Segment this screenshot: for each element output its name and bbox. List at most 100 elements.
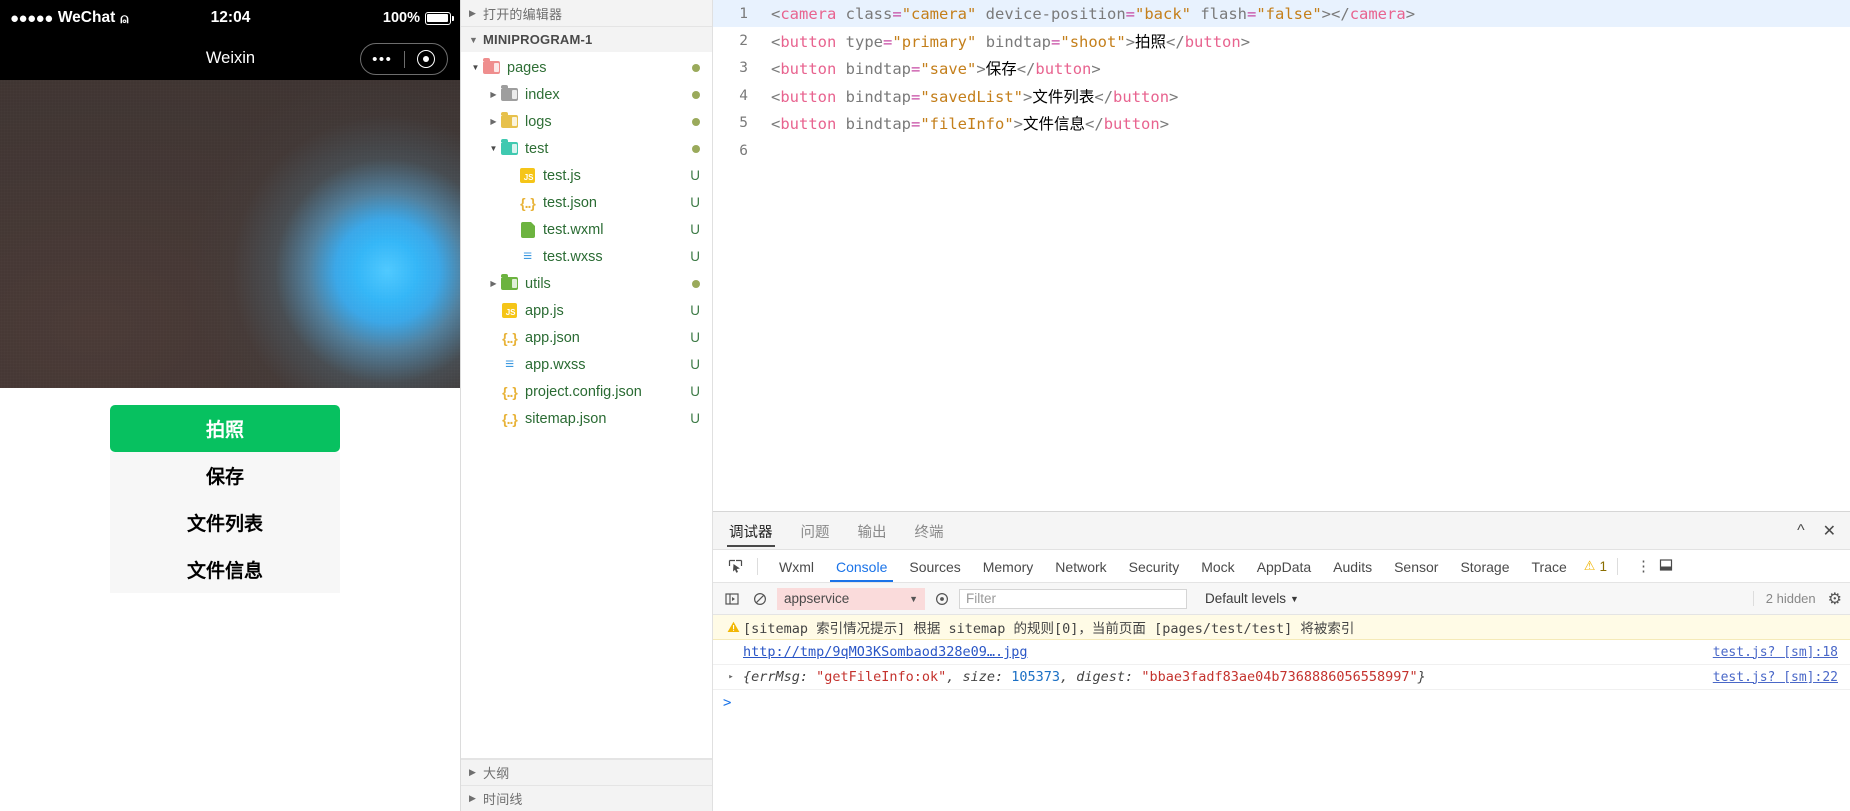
panel-tab-terminal[interactable]: 终端	[913, 514, 946, 547]
panel-tab-debugger[interactable]: 调试器	[727, 514, 775, 547]
console-filter-input[interactable]: Filter	[959, 588, 1187, 609]
editor-and-devtools-column: 1 <camera class="camera" device-position=…	[713, 0, 1850, 811]
tree-item[interactable]: JS app.js U	[461, 297, 712, 324]
tree-item-label: project.config.json	[525, 383, 642, 400]
console-hidden-count: 2 hidden	[1752, 591, 1822, 606]
file-status-badge: U	[690, 411, 700, 426]
object-property-token: "bbae3fadf83ae04b7368886056558997"	[1141, 669, 1418, 685]
tree-item-label: test.wxss	[543, 248, 603, 265]
folder-status-dot	[692, 90, 700, 99]
project-section-header[interactable]: ▼ MINIPROGRAM-1	[461, 26, 712, 52]
carrier-label: WeChat	[57, 9, 116, 26]
console-link-row[interactable]: http://tmp/9qMO3KSombaod328e09….jpg test…	[713, 640, 1850, 665]
settings-gear-icon[interactable]: ⚙	[1828, 589, 1850, 609]
json-file-icon: {..}	[502, 410, 518, 427]
console-source-link[interactable]: test.js? [sm]:22	[1703, 670, 1838, 685]
shoot-button[interactable]: 拍照	[110, 405, 340, 452]
chevron-right-icon[interactable]: ▶	[487, 279, 500, 288]
tree-item[interactable]: ≡ app.wxss U	[461, 351, 712, 378]
file-info-button[interactable]: 文件信息	[110, 546, 340, 593]
dock-panel-icon[interactable]	[1659, 558, 1681, 575]
temp-file-url[interactable]: http://tmp/9qMO3KSombaod328e09….jpg	[743, 644, 1027, 660]
devtools-tab-network[interactable]: Network	[1044, 552, 1117, 581]
tree-item[interactable]: ▼ pages	[461, 54, 712, 81]
console-warning-row[interactable]: [sitemap 索引情况提示] 根据 sitemap 的规则[0]，当前页面 …	[713, 615, 1850, 640]
code-line[interactable]: 6	[713, 137, 1850, 164]
panel-tab-output[interactable]: 输出	[856, 514, 889, 547]
console-source-link[interactable]: test.js? [sm]:18	[1703, 645, 1838, 660]
code-line[interactable]: 5 <button bindtap="fileInfo">文件信息</button…	[713, 110, 1850, 137]
devtools-tab-sensor[interactable]: Sensor	[1383, 552, 1449, 581]
chevron-right-icon[interactable]: ▶	[487, 90, 500, 99]
warning-count-value: 1	[1599, 558, 1607, 574]
devtools-tab-storage[interactable]: Storage	[1449, 552, 1520, 581]
target-circle-icon[interactable]	[405, 50, 448, 68]
chevron-right-icon[interactable]: ▶	[487, 117, 500, 126]
devtools-tab-security[interactable]: Security	[1118, 552, 1191, 581]
object-properties: errMsg: "getFileInfo:ok", size: 105373, …	[751, 669, 1418, 685]
tree-item[interactable]: test.wxml U	[461, 216, 712, 243]
clear-console-icon[interactable]	[749, 589, 771, 609]
panel-tab-problems[interactable]: 问题	[799, 514, 832, 547]
devtools-tab-trace[interactable]: Trace	[1521, 552, 1578, 581]
tree-item[interactable]: ≡ test.wxss U	[461, 243, 712, 270]
console-levels-select[interactable]: Default levels ▼	[1205, 591, 1299, 606]
nav-title: Weixin	[205, 48, 256, 67]
file-status-badge: U	[690, 357, 700, 372]
console-sidebar-icon[interactable]	[721, 589, 743, 609]
more-dots-icon[interactable]: •••	[361, 52, 404, 67]
tree-item[interactable]: JS test.js U	[461, 162, 712, 189]
devtools-warning-count[interactable]: ⚠ 1	[1584, 558, 1607, 574]
capsule-button[interactable]: •••	[360, 43, 448, 75]
chevron-down-icon[interactable]: ▼	[487, 144, 500, 153]
devtools-tab-memory[interactable]: Memory	[972, 552, 1045, 581]
folder-status-dot	[692, 279, 700, 288]
tree-item[interactable]: {..} sitemap.json U	[461, 405, 712, 432]
disclosure-triangle-icon[interactable]: ▸	[723, 672, 743, 682]
outline-section[interactable]: ▶ 大纲	[461, 759, 712, 785]
devtools-panel-controls: ^ ✕	[1797, 521, 1850, 541]
devtools-tab-audits[interactable]: Audits	[1322, 552, 1383, 581]
folder-status-dot	[692, 144, 700, 153]
devtools-tab-console[interactable]: Console	[825, 552, 898, 582]
tree-item-label: test.js	[543, 167, 581, 184]
chevron-down-icon[interactable]: ▼	[469, 63, 482, 72]
console-object-row[interactable]: ▸ {errMsg: "getFileInfo:ok", size: 10537…	[713, 665, 1850, 690]
close-icon[interactable]: ✕	[1823, 521, 1836, 541]
console-context-select[interactable]: appservice ▼	[777, 587, 925, 610]
code-line[interactable]: 3 <button bindtap="save">保存</button>	[713, 55, 1850, 82]
file-list-button[interactable]: 文件列表	[110, 499, 340, 546]
status-bar-right: 100%	[383, 10, 454, 26]
warning-triangle-icon	[723, 621, 743, 633]
line-number: 6	[739, 142, 748, 159]
inspect-element-icon[interactable]	[723, 555, 747, 577]
line-content: <button bindtap="save">保存</button>	[771, 60, 1101, 79]
timeline-section[interactable]: ▶ 时间线	[461, 785, 712, 811]
save-button[interactable]: 保存	[110, 452, 340, 499]
chevron-right-icon: ▶	[469, 767, 477, 777]
chevron-up-icon[interactable]: ^	[1797, 522, 1805, 540]
tree-item[interactable]: ▼ test	[461, 135, 712, 162]
open-editors-section[interactable]: ▶ 打开的编辑器	[461, 0, 712, 26]
tree-item[interactable]: ▶ logs	[461, 108, 712, 135]
devtools-tab-appdata[interactable]: AppData	[1246, 552, 1322, 581]
console-prompt-row[interactable]: >	[713, 690, 1850, 716]
tree-item[interactable]: ▶ index	[461, 81, 712, 108]
tree-item[interactable]: ▶ utils	[461, 270, 712, 297]
code-line[interactable]: 4 <button bindtap="savedList">文件列表</butto…	[713, 82, 1850, 109]
devtools-tab-mock[interactable]: Mock	[1190, 552, 1245, 581]
chevron-right-icon: ▶	[469, 793, 477, 803]
tree-item-label: test	[525, 140, 549, 157]
devtools-tab-wxml[interactable]: Wxml	[768, 552, 825, 581]
devtools-tab-sources[interactable]: Sources	[898, 552, 971, 581]
file-status-badge: U	[690, 168, 700, 183]
tree-item[interactable]: {..} test.json U	[461, 189, 712, 216]
tree-item[interactable]: {..} project.config.json U	[461, 378, 712, 405]
code-line[interactable]: 2 <button type="primary" bindtap="shoot">…	[713, 27, 1850, 54]
more-vertical-icon[interactable]: ⋮	[1628, 557, 1659, 575]
tree-item-label: index	[525, 86, 560, 103]
code-line[interactable]: 1 <camera class="camera" device-position=…	[713, 0, 1850, 28]
tree-item[interactable]: {..} app.json U	[461, 324, 712, 351]
live-expression-icon[interactable]	[931, 589, 953, 609]
code-editor[interactable]: 1 <camera class="camera" device-position=…	[713, 0, 1850, 511]
